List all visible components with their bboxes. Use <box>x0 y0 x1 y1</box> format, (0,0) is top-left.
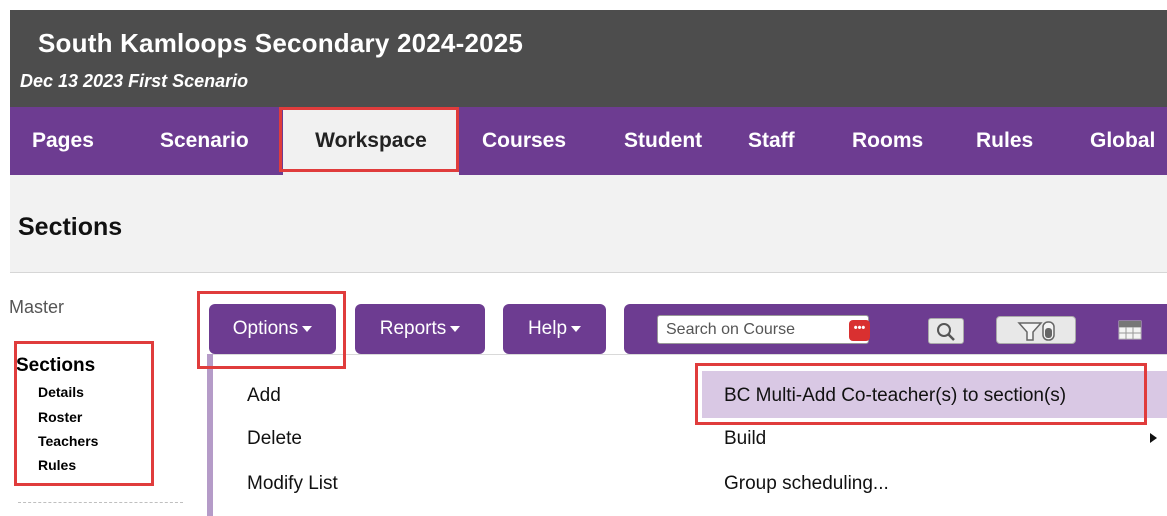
grid-view-icon[interactable] <box>1118 320 1142 340</box>
search-input[interactable] <box>666 318 816 342</box>
reports-button-label: Reports <box>379 318 447 339</box>
reports-button[interactable]: Reports <box>355 304 485 354</box>
chevron-down-icon <box>450 325 461 332</box>
page-title: Sections <box>18 213 123 241</box>
school-title: South Kamloops Secondary 2024-2025 <box>38 28 524 58</box>
sidebar-item-teachers[interactable]: Teachers <box>38 433 98 449</box>
nav-tab-pages[interactable]: Pages <box>32 107 94 175</box>
chevron-down-icon <box>302 325 313 332</box>
chevron-down-icon <box>571 325 582 332</box>
nav-tab-global[interactable]: Global <box>1090 107 1155 175</box>
top-nav: Pages Scenario Workspace Courses Student… <box>10 107 1167 175</box>
sidebar-item-rules[interactable]: Rules <box>38 457 76 473</box>
sidebar-divider <box>18 502 183 503</box>
sidebar-item-roster[interactable]: Roster <box>38 409 82 425</box>
search-button[interactable] <box>928 318 964 344</box>
options-button[interactable]: Options <box>209 304 336 354</box>
sidebar-sections-link[interactable]: Sections <box>16 355 95 377</box>
frame-top <box>0 0 1167 10</box>
help-button-label: Help <box>527 318 568 339</box>
nav-tab-staff[interactable]: Staff <box>748 107 795 175</box>
nav-tab-student[interactable]: Student <box>624 107 702 175</box>
options-button-label: Options <box>232 318 299 339</box>
nav-tab-courses[interactable]: Courses <box>482 107 566 175</box>
magnifier-icon <box>937 323 955 341</box>
filter-icon <box>1017 321 1055 341</box>
sidebar-item-details[interactable]: Details <box>38 384 84 400</box>
menu-item-bc-multi-add-coteacher[interactable]: BC Multi-Add Co-teacher(s) to section(s) <box>724 385 1066 407</box>
scenario-title: Dec 13 2023 First Scenario <box>20 71 249 91</box>
submenu-arrow-icon <box>1150 433 1157 443</box>
nav-tab-workspace[interactable]: Workspace <box>283 107 459 175</box>
help-button[interactable]: Help <box>503 304 606 354</box>
app-header: South Kamloops Secondary 2024-2025 Dec 1… <box>10 10 1167 107</box>
menu-item-group-scheduling[interactable]: Group scheduling... <box>724 473 889 495</box>
sidebar-master-link[interactable]: Master <box>9 297 64 318</box>
menu-item-delete[interactable]: Delete <box>247 428 302 450</box>
content-divider <box>213 354 1167 355</box>
search-options-icon[interactable]: ••• <box>849 320 870 341</box>
nav-tab-scenario[interactable]: Scenario <box>160 107 249 175</box>
frame-left <box>0 0 10 516</box>
nav-tab-rooms[interactable]: Rooms <box>852 107 923 175</box>
page-title-bar: Sections <box>10 175 1167 273</box>
search-box: ••• <box>657 315 870 344</box>
menu-item-modify-list[interactable]: Modify List <box>247 473 338 495</box>
menu-item-build[interactable]: Build <box>724 428 766 450</box>
nav-tab-rules[interactable]: Rules <box>976 107 1033 175</box>
search-toolbar: ••• <box>624 304 1167 354</box>
filter-button[interactable] <box>996 316 1076 344</box>
menu-item-add[interactable]: Add <box>247 385 281 407</box>
menu-left-border <box>207 354 213 516</box>
